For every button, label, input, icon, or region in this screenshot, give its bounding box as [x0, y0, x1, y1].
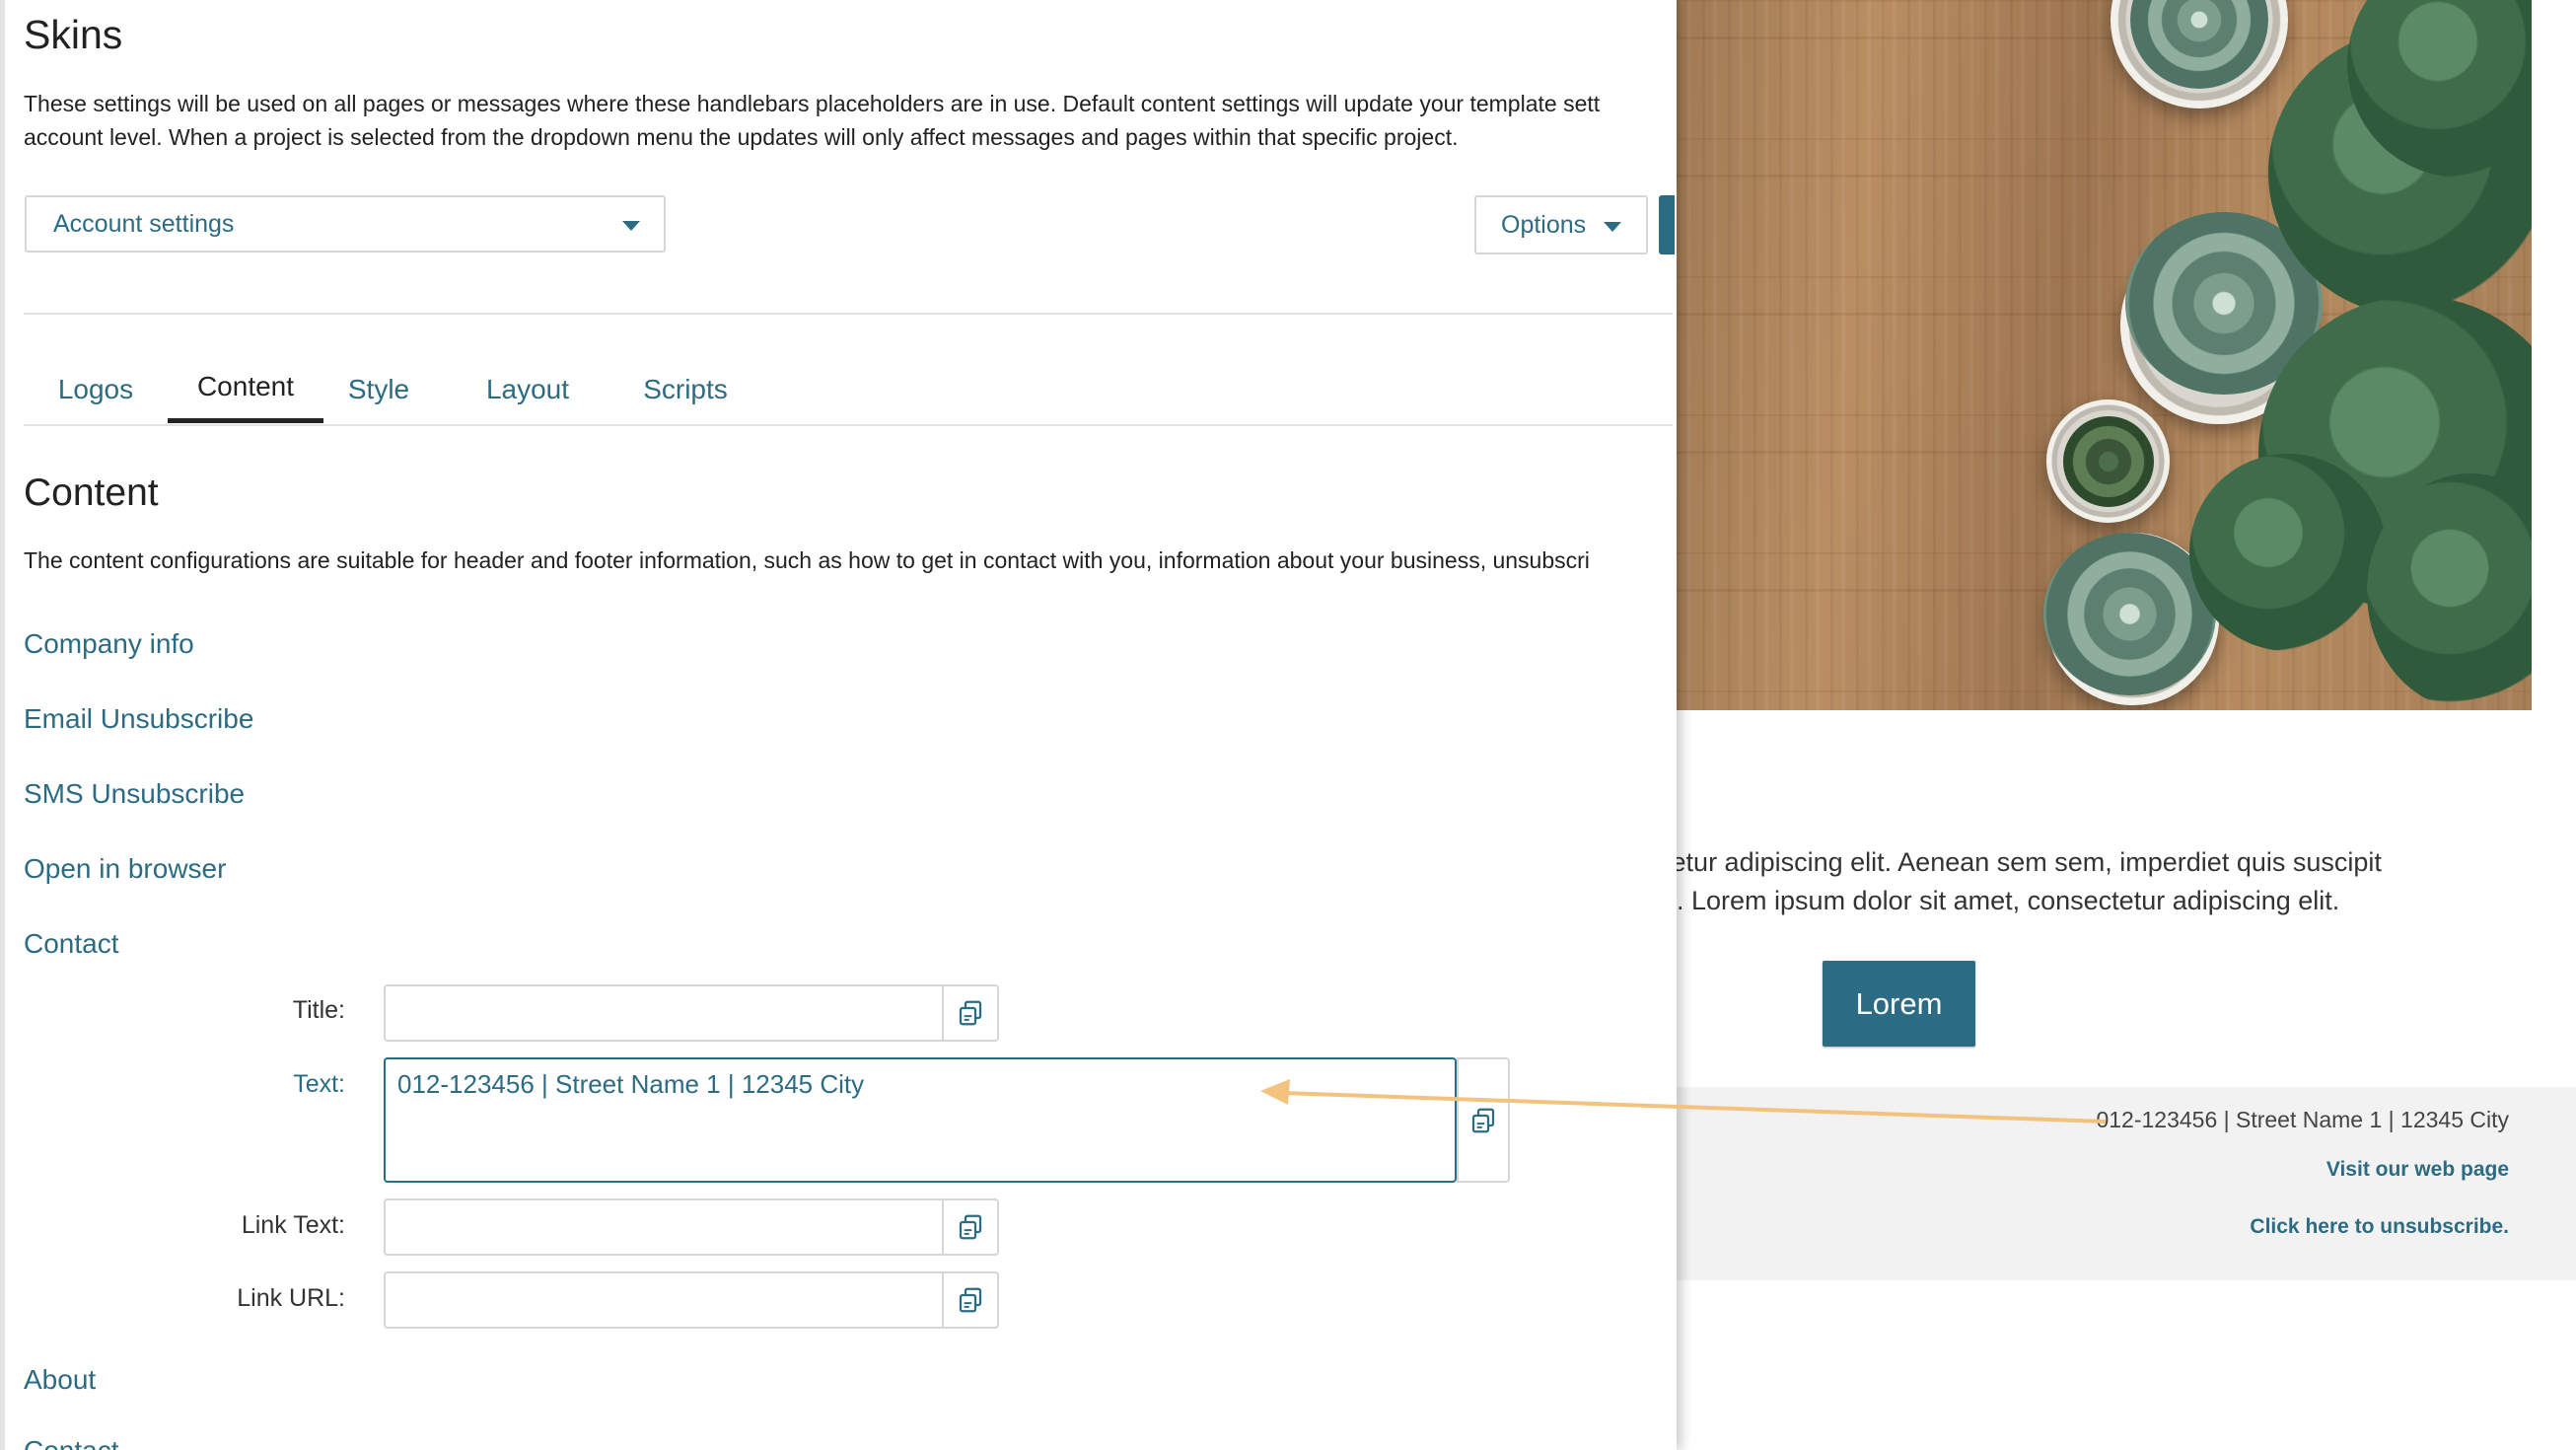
copy-icon	[959, 1214, 982, 1240]
hero-image	[1677, 0, 2532, 710]
tab-style[interactable]: Style	[337, 355, 420, 424]
group-contact-2[interactable]: Contact	[24, 1435, 119, 1450]
title-copy-button[interactable]	[944, 984, 999, 1042]
divider	[24, 313, 1673, 315]
link-text-label: Link Text:	[241, 1211, 345, 1239]
tab-layout[interactable]: Layout	[473, 355, 582, 424]
preview-footer: 012-123456 | Street Name 1 | 12345 City …	[1608, 1087, 2576, 1280]
copy-icon	[959, 1000, 982, 1026]
text-field[interactable]: 012-123456 | Street Name 1 | 12345 City	[384, 1057, 1457, 1183]
section-description: The content configurations are suitable …	[24, 547, 1590, 573]
preview-body-line-1: nsectetur adipiscing elit. Aenean sem se…	[1608, 847, 2382, 877]
options-label: Options	[1501, 210, 1587, 239]
group-about[interactable]: About	[24, 1364, 96, 1396]
copy-icon	[959, 1287, 982, 1313]
group-sms-unsubscribe[interactable]: SMS Unsubscribe	[24, 778, 245, 810]
copy-icon	[1471, 1108, 1495, 1132]
tab-scripts[interactable]: Scripts	[620, 355, 751, 424]
section-title: Content	[24, 471, 159, 514]
chevron-down-icon	[622, 221, 640, 231]
group-open-in-browser[interactable]: Open in browser	[24, 853, 226, 885]
project-select[interactable]: Account settings	[25, 195, 666, 253]
chevron-down-icon	[1604, 222, 1621, 232]
email-preview: nsectetur adipiscing elit. Aenean sem se…	[1608, 0, 2576, 1450]
page-description-line-1: These settings will be used on all pages…	[24, 91, 1601, 116]
options-button[interactable]: Options	[1474, 195, 1648, 254]
group-contact[interactable]: Contact	[24, 928, 119, 960]
group-email-unsubscribe[interactable]: Email Unsubscribe	[24, 703, 253, 735]
text-label: Text:	[293, 1070, 345, 1098]
preview-visit-link[interactable]: Visit our web page	[2326, 1158, 2509, 1182]
skins-settings-panel: Skins These settings will be used on all…	[0, 0, 1677, 1450]
preview-body-text: nsectetur adipiscing elit. Aenean sem se…	[1608, 843, 2554, 920]
tab-bar: Logos Content Style Layout Scripts	[24, 355, 1673, 426]
link-url-label: Link URL:	[237, 1284, 345, 1312]
text-copy-button[interactable]	[1457, 1057, 1510, 1183]
project-select-value: Account settings	[53, 209, 235, 238]
title-label: Title:	[292, 996, 345, 1024]
tab-logos[interactable]: Logos	[41, 355, 150, 424]
tab-content[interactable]: Content	[168, 355, 323, 423]
preview-body-line-2: . Lorem ipsum dolor sit amet, consectetu…	[1677, 886, 2340, 915]
save-button[interactable]	[1659, 195, 1675, 254]
link-url-input[interactable]	[384, 1271, 944, 1329]
link-text-input[interactable]	[384, 1198, 944, 1256]
group-company-info[interactable]: Company info	[24, 628, 194, 660]
preview-cta-button[interactable]: Lorem	[1823, 961, 1975, 1047]
page-description: These settings will be used on all pages…	[24, 87, 1677, 154]
title-input[interactable]	[384, 984, 944, 1042]
link-text-copy-button[interactable]	[944, 1198, 999, 1256]
page-title: Skins	[24, 12, 123, 57]
preview-footer-contact: 012-123456 | Street Name 1 | 12345 City	[2096, 1107, 2509, 1132]
preview-unsubscribe-link[interactable]: Click here to unsubscribe.	[2250, 1215, 2509, 1239]
page-description-line-2: account level. When a project is selecte…	[24, 124, 1459, 150]
link-url-copy-button[interactable]	[944, 1271, 999, 1329]
